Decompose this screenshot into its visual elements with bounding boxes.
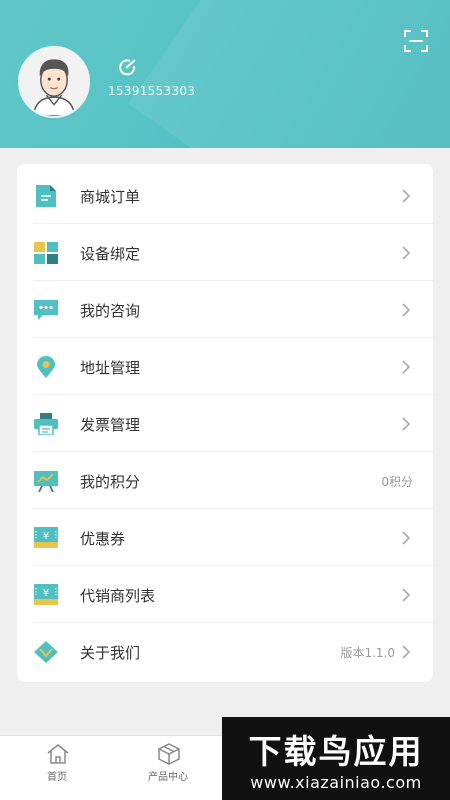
- chevron-right-icon: [402, 645, 411, 659]
- tab-label: 产品中心: [148, 772, 188, 783]
- menu-item-my-points[interactable]: 我的积分 0积分: [17, 452, 433, 509]
- menu-item-label: 代销商列表: [80, 587, 156, 605]
- version-text: 版本1.1.0: [340, 646, 395, 660]
- points-value: 0积分: [381, 475, 413, 489]
- coupon-icon: ¥: [34, 584, 58, 605]
- chat-icon: [34, 300, 58, 320]
- chevron-right-icon: [402, 588, 411, 602]
- phone-number: 15391553303: [108, 84, 196, 98]
- menu-item-label: 商城订单: [80, 188, 141, 206]
- menu-card: 商城订单 设备绑定 我的咨询 地址管理 发票管理 我的积分 0积分 ¥ 优惠券 …: [17, 164, 433, 682]
- menu-item-distributor-list[interactable]: ¥ 代销商列表: [17, 566, 433, 623]
- menu-item-label: 设备绑定: [80, 245, 141, 263]
- scan-icon[interactable]: [404, 30, 428, 52]
- tab-label: 首页: [47, 772, 67, 783]
- chart-board-icon: [34, 471, 58, 492]
- chevron-right-icon: [402, 417, 411, 431]
- menu-item-label: 我的咨询: [80, 302, 141, 320]
- chevron-right-icon: [402, 360, 411, 374]
- tab-home[interactable]: 首页: [2, 736, 112, 800]
- document-icon: [36, 185, 56, 207]
- home-icon: [47, 744, 69, 764]
- diamond-heart-icon: [34, 641, 58, 663]
- menu-item-label: 关于我们: [80, 644, 141, 662]
- location-pin-icon: [37, 356, 55, 378]
- menu-item-invoice-management[interactable]: 发票管理: [17, 395, 433, 452]
- box-icon: [158, 743, 180, 765]
- printer-icon: [34, 413, 58, 435]
- coupon-icon: ¥: [34, 527, 58, 548]
- menu-item-about-us[interactable]: 关于我们 版本1.1.0: [17, 623, 433, 680]
- avatar[interactable]: [18, 46, 90, 118]
- menu-item-label: 地址管理: [80, 359, 141, 377]
- chevron-right-icon: [402, 303, 411, 317]
- chevron-right-icon: [402, 189, 411, 203]
- svg-text:¥: ¥: [43, 588, 49, 599]
- menu-item-device-binding[interactable]: 设备绑定: [17, 224, 433, 281]
- grid-icon: [34, 242, 58, 264]
- watermark-url: www.xiazainiao.com: [250, 773, 422, 792]
- profile-header: 15391553303: [0, 0, 450, 148]
- watermark-title: 下载鸟应用: [248, 732, 424, 771]
- menu-item-mall-orders[interactable]: 商城订单: [17, 167, 433, 224]
- chevron-right-icon: [402, 246, 411, 260]
- svg-text:¥: ¥: [43, 531, 49, 542]
- edit-icon[interactable]: [118, 58, 138, 78]
- chevron-right-icon: [402, 531, 411, 545]
- menu-item-address-management[interactable]: 地址管理: [17, 338, 433, 395]
- menu-item-label: 我的积分: [80, 473, 141, 491]
- menu-item-my-consultations[interactable]: 我的咨询: [17, 281, 433, 338]
- watermark-banner: 下载鸟应用 www.xiazainiao.com: [222, 717, 450, 800]
- tab-product-center[interactable]: 产品中心: [113, 736, 223, 800]
- menu-item-label: 优惠券: [80, 530, 126, 548]
- menu-item-label: 发票管理: [80, 416, 141, 434]
- menu-item-coupons[interactable]: ¥ 优惠券: [17, 509, 433, 566]
